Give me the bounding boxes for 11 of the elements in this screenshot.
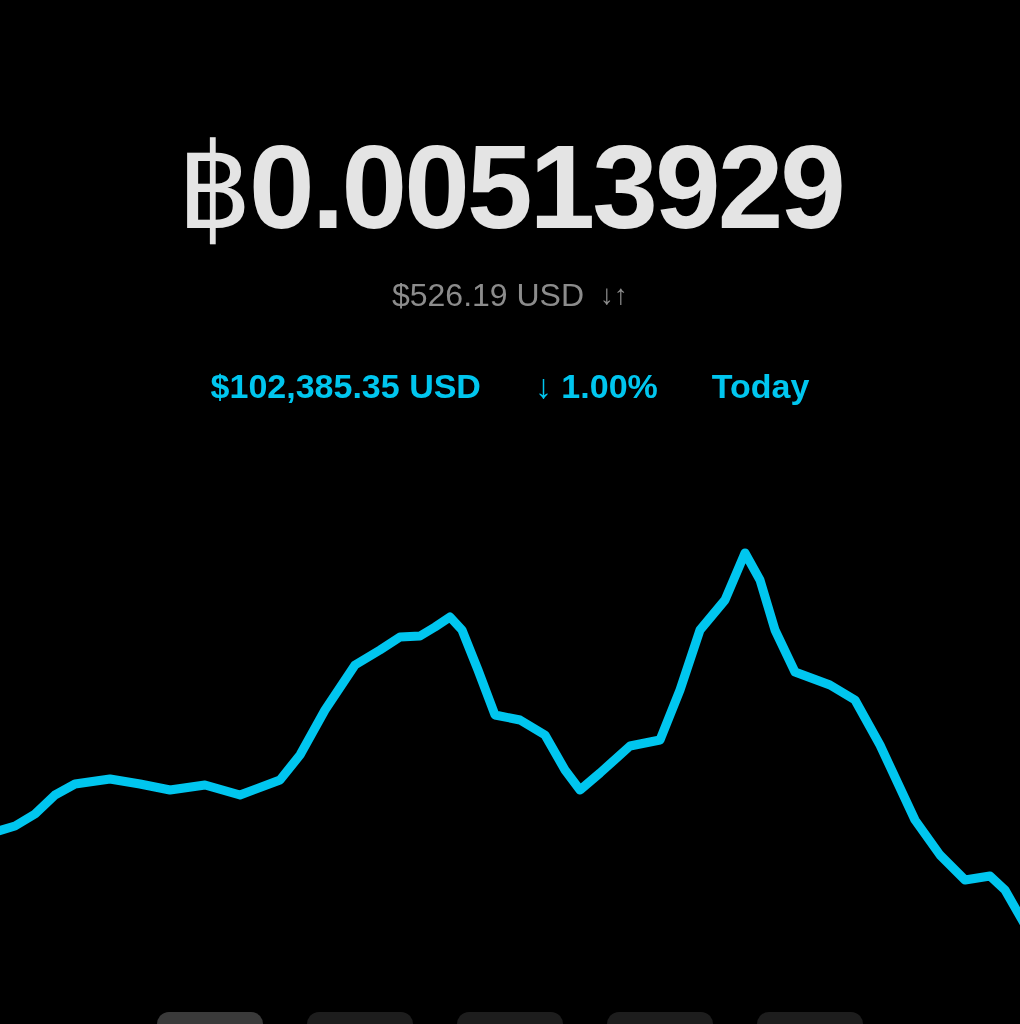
- fiat-value: $526.19 USD: [391, 279, 585, 311]
- period-button[interactable]: Today: [711, 369, 810, 403]
- range-button[interactable]: [307, 1012, 413, 1024]
- change-percent: ↓ 1.00%: [534, 369, 658, 403]
- range-button[interactable]: [607, 1012, 713, 1024]
- range-button[interactable]: [757, 1012, 863, 1024]
- range-button[interactable]: [457, 1012, 563, 1024]
- balance-amount: ฿0.00513929: [177, 128, 843, 246]
- swap-button[interactable]: ↓↑: [600, 281, 629, 309]
- price-text: $102,385.35 USD: [210, 369, 481, 403]
- range-button[interactable]: [157, 1012, 263, 1024]
